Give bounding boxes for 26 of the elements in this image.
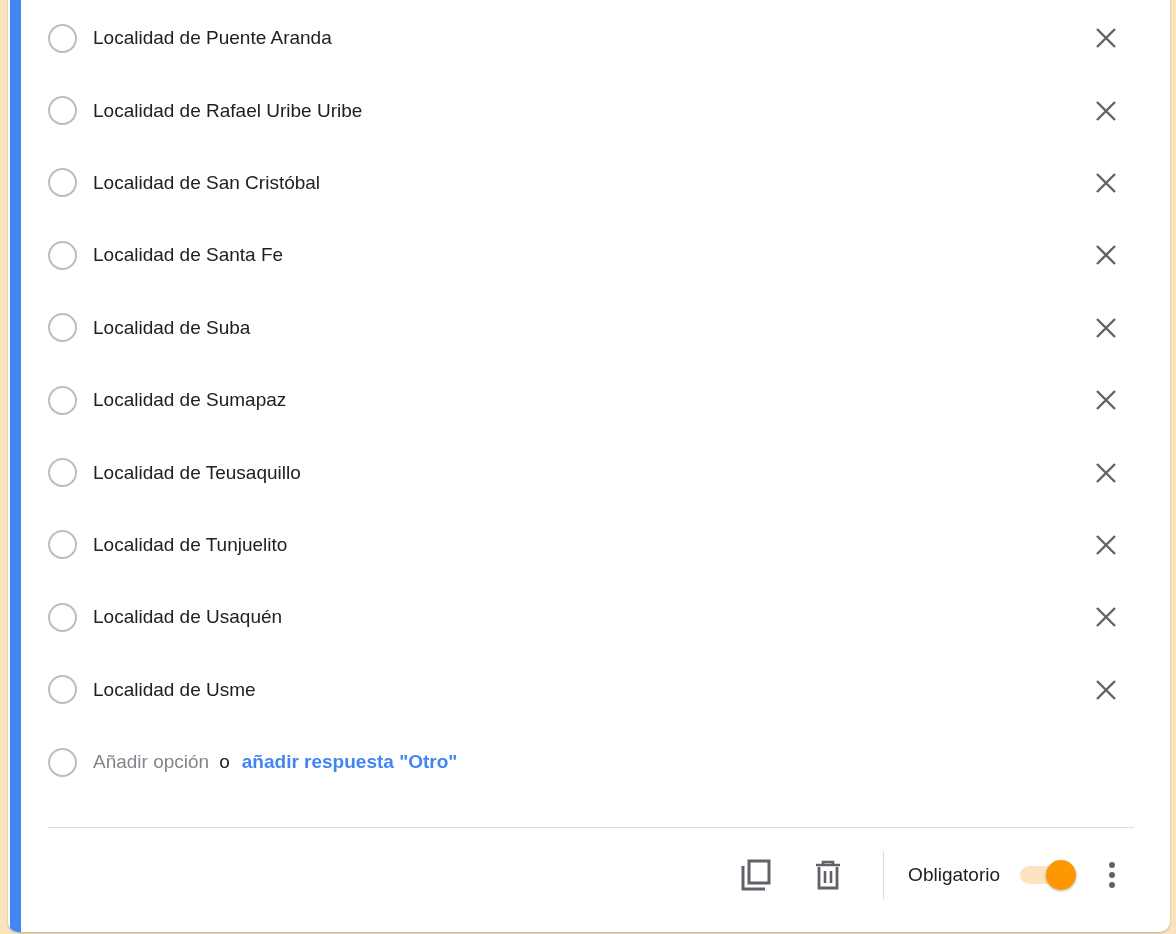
or-text: o: [219, 751, 230, 774]
add-option-field[interactable]: Añadir opción: [93, 751, 210, 774]
radio-circle-icon: [48, 240, 77, 270]
option-text[interactable]: Localidad de Puente Aranda: [93, 27, 1091, 50]
radio-circle-icon: [48, 23, 77, 53]
option-text[interactable]: Localidad de Teusaquillo: [93, 461, 1091, 484]
radio-circle-icon: [48, 168, 77, 198]
option-text[interactable]: Localidad de Sumapaz: [93, 389, 1091, 412]
radio-circle-icon: [48, 96, 77, 126]
radio-circle-icon: [48, 313, 77, 343]
radio-circle-icon: [48, 385, 77, 415]
add-other-link[interactable]: añadir respuesta "Otro": [241, 751, 458, 774]
radio-circle-icon: [48, 675, 77, 705]
option-text[interactable]: Localidad de Tunjuelito: [93, 533, 1091, 556]
radio-circle-icon: [48, 602, 77, 632]
option-text[interactable]: Localidad de Santa Fe: [93, 244, 1091, 267]
option-text[interactable]: Localidad de Usaquén: [93, 606, 1091, 629]
required-label: Obligatorio: [908, 863, 1000, 886]
option-text[interactable]: Localidad de Suba: [93, 316, 1091, 339]
radio-circle-icon: [48, 747, 77, 777]
option-text[interactable]: Localidad de Rafael Uribe Uribe: [93, 99, 1091, 122]
radio-circle-icon: [48, 458, 77, 488]
radio-circle-icon: [48, 530, 77, 560]
more-icon[interactable]: [1106, 859, 1118, 890]
option-text[interactable]: Localidad de Usme: [93, 678, 1091, 701]
option-text[interactable]: Localidad de San Cristóbal: [93, 171, 1091, 194]
